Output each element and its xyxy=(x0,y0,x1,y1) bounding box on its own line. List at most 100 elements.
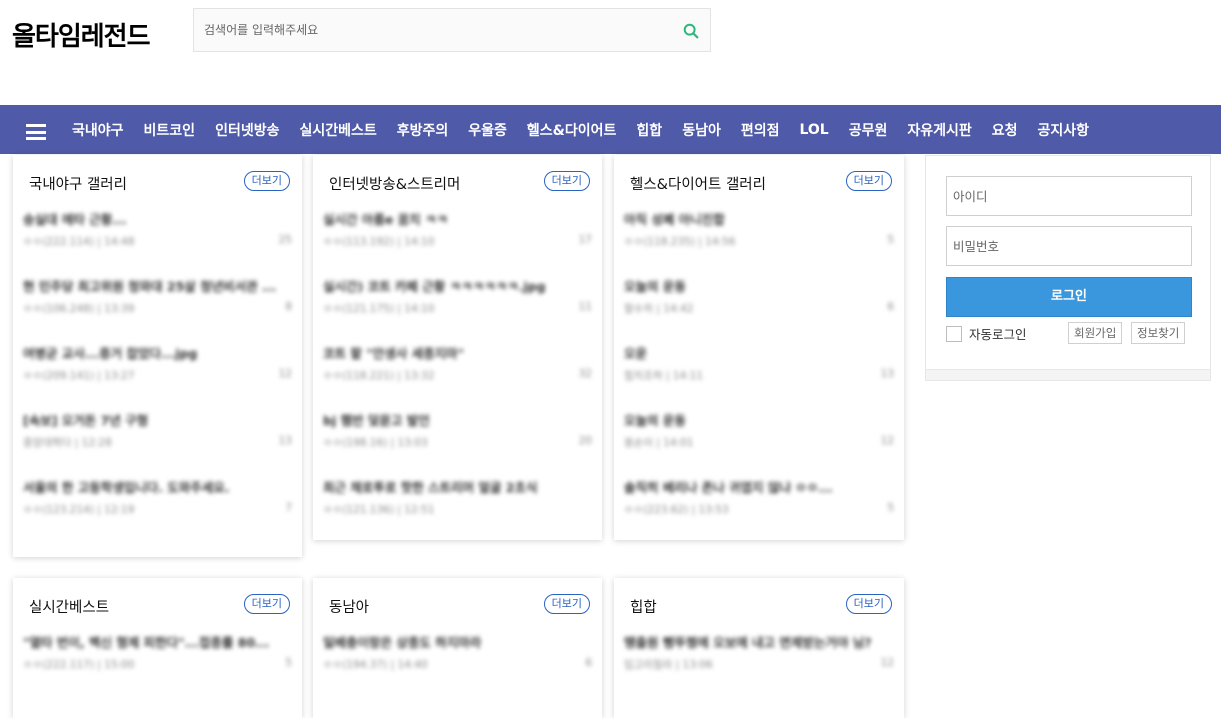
nav-item[interactable]: 인터넷방송 xyxy=(205,120,289,140)
post-title[interactable]: 오늘의 운동 xyxy=(624,278,894,295)
password-input[interactable] xyxy=(946,226,1192,266)
post-title[interactable]: 오운 xyxy=(624,345,894,362)
gallery-title[interactable]: 헬스&다이어트 갤러리 xyxy=(630,173,766,194)
more-button[interactable]: 더보기 xyxy=(845,171,892,191)
post-author-time: ㅇㅇ(123.214) | 12:19 xyxy=(23,504,135,516)
gallery-title[interactable]: 인터넷방송&스트리머 xyxy=(329,173,460,194)
post-item[interactable]: 숭실대 에타 근황... ㅇㅇ(222.114) | 14:48 25 xyxy=(23,211,292,249)
signup-button[interactable]: 회원가입 xyxy=(1068,322,1123,344)
post-author-time: ㅇㅇ(198.16) | 13:03 xyxy=(323,437,428,449)
login-button[interactable]: 로그인 xyxy=(946,277,1192,317)
post-item[interactable]: [속보] 오거돈 7년 구형 중앙대학다 | 12:28 13 xyxy=(23,412,292,450)
post-item[interactable]: 현 민주당 최고위원 청와대 25살 청년비서관 ... ㅇㅇ(106.248) … xyxy=(23,278,292,316)
nav-item[interactable]: 공지사항 xyxy=(1028,120,1100,140)
post-title[interactable]: 최근 채로투로 핫한 스트리머 얼굴 2초식 xyxy=(323,479,592,496)
login-box: 로그인 자동로그인 회원가입 정보찾기 xyxy=(925,155,1211,381)
post-title[interactable]: 여병균 교사...증거 찹았다...jpg xyxy=(23,345,292,362)
post-title[interactable]: 일베충이랑은 상종도 하지마라 xyxy=(323,634,592,651)
post-author-time: 중앙대학다 | 12:28 xyxy=(23,437,112,449)
comment-count: 13 xyxy=(880,368,894,380)
post-title[interactable]: 아직 성폐 아니진합 xyxy=(624,211,894,228)
menu-icon[interactable] xyxy=(26,124,46,140)
id-input[interactable] xyxy=(946,176,1192,216)
post-meta: ㅇㅇ(223.62) | 13:53 5 xyxy=(624,502,894,517)
post-item[interactable]: 서울의 한 고등학생입니다. 도와주세요. ㅇㅇ(123.214) | 12:19… xyxy=(23,479,292,517)
post-author-time: ㅇㅇ(222.114) | 14:48 xyxy=(23,236,135,248)
nav-item[interactable]: 공무원 xyxy=(839,120,898,140)
post-item[interactable]: 땡출원 뻥뚜쩡에 오보에 내고 면제받는거야 님? 입고리힐라 | 13:06 12 xyxy=(624,634,894,672)
gallery-title[interactable]: 실시간베스트 xyxy=(29,596,109,617)
post-meta: ㅇㅇ(222.117) | 15:00 5 xyxy=(23,657,292,672)
comment-count: 8 xyxy=(285,301,292,313)
gallery-title[interactable]: 동남아 xyxy=(329,596,369,617)
post-title[interactable]: 숭실대 에타 근황... xyxy=(23,211,292,228)
post-item[interactable]: 코트 팥 "안생사 세종지마" ㅇㅇ(118.221) | 13:32 32 xyxy=(323,345,592,383)
post-author-time: ㅇㅇ(209.141) | 13:27 xyxy=(23,370,135,382)
post-title[interactable]: bj 햄반 덫뮨고 발언 xyxy=(323,412,592,429)
search-bar xyxy=(193,8,711,52)
nav-item[interactable]: LOL xyxy=(789,122,838,138)
post-title[interactable]: [속보] 오거돈 7년 구형 xyxy=(23,412,292,429)
post-title[interactable]: 땡출원 뻥뚜쩡에 오보에 내고 면제받는거야 님? xyxy=(624,634,894,651)
nav-item[interactable]: 헬스&다이어트 xyxy=(517,120,627,140)
post-item[interactable]: 최근 채로투로 핫한 스트리머 얼굴 2초식 ㅇㅇ(121.136) | 12:5… xyxy=(323,479,592,517)
more-button[interactable]: 더보기 xyxy=(543,594,590,614)
more-button[interactable]: 더보기 xyxy=(543,171,590,191)
post-title[interactable]: 서울의 한 고등학생입니다. 도와주세요. xyxy=(23,479,292,496)
more-button[interactable]: 더보기 xyxy=(845,594,892,614)
post-item[interactable]: 실시간) 코트 카페 근황 ㅋㅋㅋㅋㅋㅋ.jpg ㅇㅇ(121.175) | 14… xyxy=(323,278,592,316)
comment-count: 12 xyxy=(880,435,894,447)
post-meta: ㅇㅇ(194.37) | 14:40 6 xyxy=(323,657,592,672)
post-title[interactable]: 현 민주당 최고위원 청와대 25살 청년비서관 ... xyxy=(23,278,292,295)
gallery-title[interactable]: 힙합 xyxy=(630,596,657,617)
comment-count: 12 xyxy=(880,657,894,669)
post-item[interactable]: 실시간 아름e 꿈치 ㅋㅋ ㅇㅇ(113.192) | 14:10 17 xyxy=(323,211,592,249)
comment-count: 5 xyxy=(887,502,894,514)
nav-item[interactable]: 동남아 xyxy=(672,120,731,140)
nav-item[interactable]: 힙합 xyxy=(626,120,672,140)
post-item[interactable]: 여병균 교사...증거 찹았다...jpg ㅇㅇ(209.141) | 13:27… xyxy=(23,345,292,383)
post-title[interactable]: 솔직히 베리나 존나 귀엽지 않냐 ㅇㅇ... xyxy=(624,479,894,496)
auto-login: 자동로그인 xyxy=(946,324,1027,343)
comment-count: 6 xyxy=(887,301,894,313)
nav-item[interactable]: 우울증 xyxy=(458,120,517,140)
more-button[interactable]: 더보기 xyxy=(243,171,290,191)
post-meta: 몽손이 | 14:01 12 xyxy=(624,435,894,450)
post-item[interactable]: 오운 힘치조하 | 14:11 13 xyxy=(624,345,894,383)
post-title[interactable]: 오늘의 운동 xyxy=(624,412,894,429)
post-item[interactable]: 일베충이랑은 상종도 하지마라 ㅇㅇ(194.37) | 14:40 6 xyxy=(323,634,592,672)
post-meta: ㅇㅇ(118.235) | 14:56 5 xyxy=(624,234,894,249)
nav-item[interactable]: 자유게시판 xyxy=(897,120,981,140)
comment-count: 6 xyxy=(585,657,592,669)
find-info-button[interactable]: 정보찾기 xyxy=(1131,322,1186,344)
post-item[interactable]: bj 햄반 덫뮨고 발언 ㅇㅇ(198.16) | 13:03 20 xyxy=(323,412,592,450)
auto-login-checkbox[interactable] xyxy=(946,325,962,342)
post-item[interactable]: "열타 번이, 백신 형제 피한다"...접종률 80... ㅇㅇ(222.117… xyxy=(23,634,292,672)
nav-item[interactable]: 비트코인 xyxy=(134,120,206,140)
post-title[interactable]: 실시간 아름e 꿈치 ㅋㅋ xyxy=(323,211,592,228)
post-title[interactable]: 실시간) 코트 카페 근황 ㅋㅋㅋㅋㅋㅋ.jpg xyxy=(323,278,592,295)
site-logo[interactable]: 올타임레전드 xyxy=(12,16,151,53)
post-item[interactable]: 오늘의 운동 할수히 | 14:42 6 xyxy=(624,278,894,316)
more-button[interactable]: 더보기 xyxy=(243,594,290,614)
gallery-card: 국내야구 갤러리 더보기숭실대 에타 근황... ㅇㅇ(222.114) | 14:… xyxy=(13,155,302,557)
post-item[interactable]: 오늘의 운동몽손이 | 14:01 12 xyxy=(624,412,894,450)
post-meta: ㅇㅇ(123.214) | 12:19 7 xyxy=(23,502,292,517)
gallery-title[interactable]: 국내야구 갤러리 xyxy=(29,173,127,194)
search-icon[interactable] xyxy=(682,22,700,40)
post-meta: ㅇㅇ(113.192) | 14:10 17 xyxy=(323,234,592,249)
post-meta: ㅇㅇ(198.16) | 13:03 20 xyxy=(323,435,592,450)
nav-item[interactable]: 요청 xyxy=(982,120,1028,140)
post-title[interactable]: "열타 번이, 백신 형제 피한다"...접종률 80... xyxy=(23,634,292,651)
post-meta: ㅇㅇ(118.221) | 13:32 32 xyxy=(323,368,592,383)
nav-item[interactable]: 편의점 xyxy=(731,120,790,140)
nav-item[interactable]: 국내야구 xyxy=(62,120,134,140)
post-item[interactable]: 아직 성폐 아니진합 ㅇㅇ(118.235) | 14:56 5 xyxy=(624,211,894,249)
post-item[interactable]: 솔직히 베리나 존나 귀엽지 않냐 ㅇㅇ... ㅇㅇ(223.62) | 13:5… xyxy=(624,479,894,517)
nav-item[interactable]: 실시간베스트 xyxy=(289,120,386,140)
auto-login-label[interactable]: 자동로그인 xyxy=(969,324,1027,343)
post-author-time: ㅇㅇ(113.192) | 14:10 xyxy=(323,236,435,248)
search-input[interactable] xyxy=(194,9,664,51)
nav-item[interactable]: 후방주의 xyxy=(387,120,459,140)
post-title[interactable]: 코트 팥 "안생사 세종지마" xyxy=(323,345,592,362)
